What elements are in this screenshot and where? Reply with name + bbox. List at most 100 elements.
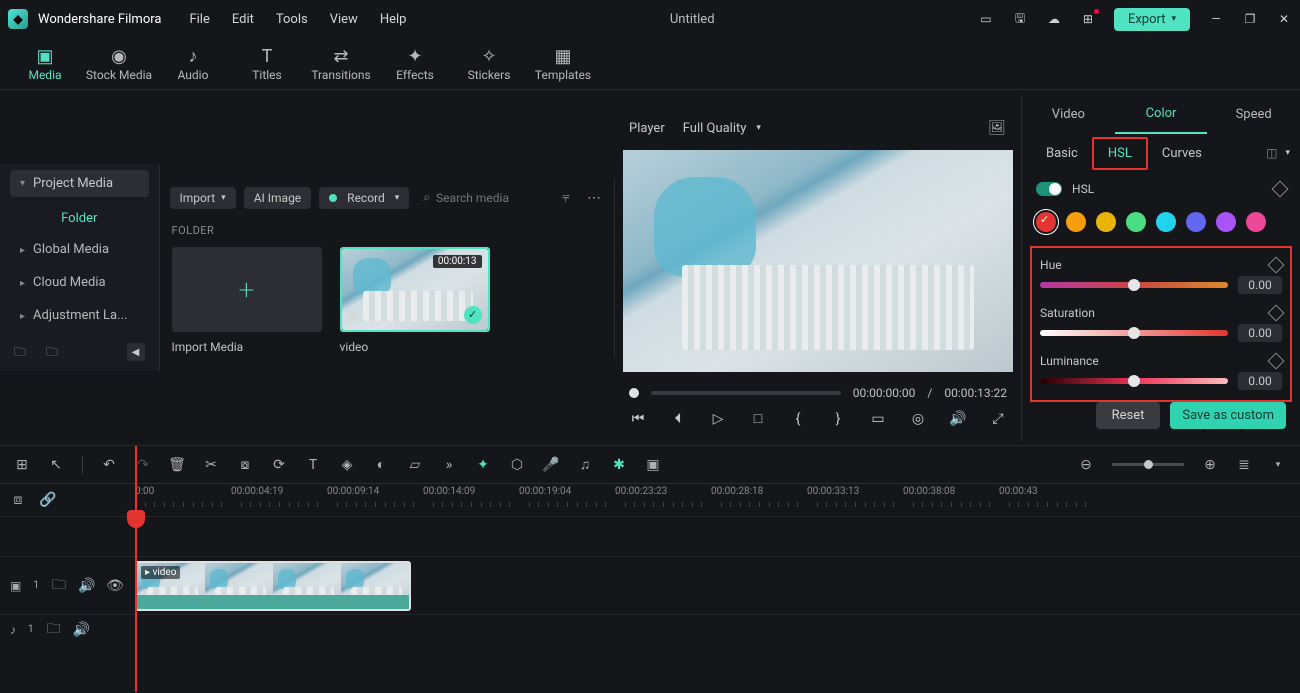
tl-grid-icon[interactable]: ⊞ [14,457,30,473]
hsl-toggle[interactable] [1036,182,1062,196]
import-media-card[interactable]: + [172,247,322,332]
track-mute-icon[interactable]: 🔊 [79,578,95,594]
swatch-magenta[interactable] [1246,212,1266,232]
new-bin-icon[interactable]: 🗀 [46,343,64,361]
cloud-icon[interactable]: ☁ [1046,12,1062,26]
timeline-clip[interactable]: video [135,561,411,611]
zoom-in-button[interactable]: ⊕ [1202,457,1218,473]
volume-icon[interactable]: 🔊 [949,411,967,427]
stop-button[interactable]: □ [749,410,767,427]
import-button[interactable]: Import▾ [170,187,236,209]
folder-link[interactable]: Folder [10,203,149,234]
track-height-icon[interactable]: ≣ [1236,457,1252,473]
subtab-hsl[interactable]: HSL [1092,137,1148,170]
luminance-value[interactable]: 0.00 [1238,372,1282,390]
tab-color[interactable]: Color [1115,95,1208,134]
tab-video[interactable]: Video [1022,96,1115,133]
record-button[interactable]: Record▾ [319,187,409,209]
keyframe-icon[interactable]: ◈ [339,457,355,473]
swatch-red[interactable] [1036,212,1056,232]
fullscreen-icon[interactable]: ⤢ [989,411,1007,427]
luminance-slider[interactable] [1040,378,1228,384]
track-lock-icon[interactable]: 🗀 [51,574,67,598]
link-icon[interactable]: 🔗 [40,492,56,508]
marker-icon[interactable]: ✱ [611,457,627,473]
menu-view[interactable]: View [330,12,358,27]
scrub-knob[interactable] [629,388,639,398]
track-options-icon[interactable]: ▾ [1270,460,1286,470]
reset-button[interactable]: Reset [1096,402,1161,429]
magnet-icon[interactable]: ⧈ [10,492,26,508]
close-button[interactable]: ✕ [1276,12,1292,26]
hue-keyframe-button[interactable] [1268,257,1285,274]
more-icon[interactable]: ⋯ [584,190,604,206]
minimize-button[interactable]: — [1208,12,1224,26]
hsl-keyframe-button[interactable] [1272,181,1289,198]
swatch-yellow[interactable] [1096,212,1116,232]
luminance-keyframe-button[interactable] [1268,353,1285,370]
new-folder-icon[interactable]: 🗀 [14,343,32,361]
media-clip-thumb[interactable]: 00:00:13 ▣ ✓ [340,247,490,332]
ai-image-button[interactable]: AI Image [244,187,311,209]
sidebar-item-cloud-media[interactable]: Cloud Media [10,267,149,298]
video-preview[interactable] [623,150,1013,372]
quality-select[interactable]: Full Quality▾ [683,121,761,136]
more-tl-icon[interactable]: » [441,457,457,473]
module-templates[interactable]: ▦Templates [526,46,600,82]
playhead[interactable] [135,446,137,692]
tl-cursor-icon[interactable]: ↖ [48,457,64,473]
filter-icon[interactable]: ⫧ [556,190,576,206]
mark-out-button[interactable]: } [829,411,847,427]
snapshot-icon[interactable]: 🖼 [987,120,1007,136]
menu-help[interactable]: Help [380,12,407,27]
saturation-value[interactable]: 0.00 [1238,324,1282,342]
audio-tl-icon[interactable]: ♫ [577,456,593,473]
save-custom-button[interactable]: Save as custom [1170,402,1286,429]
save-icon[interactable]: 🖫 [1012,9,1028,30]
zoom-out-button[interactable]: ⊖ [1078,457,1094,473]
hue-slider[interactable] [1040,282,1228,288]
swatch-orange[interactable] [1066,212,1086,232]
subtab-curves[interactable]: Curves [1148,139,1216,168]
swatch-cyan[interactable] [1156,212,1176,232]
zoom-slider[interactable] [1112,463,1184,466]
menu-tools[interactable]: Tools [276,12,308,27]
ai-icon[interactable]: ✦ [475,457,491,473]
mask-icon[interactable]: ▱ [407,457,423,473]
step-back-button[interactable]: ⏴ [669,411,687,427]
swatch-green[interactable] [1126,212,1146,232]
speed-icon[interactable]: ⟳ [271,457,287,473]
audio-lock-icon[interactable]: 🗀 [46,618,62,642]
camera-icon[interactable]: ◎ [909,411,927,427]
tab-speed[interactable]: Speed [1207,96,1300,133]
track-visibility-icon[interactable]: 👁 [107,578,123,594]
swatch-purple[interactable] [1216,212,1236,232]
color-icon[interactable]: ◐ [373,456,389,473]
prev-frame-button[interactable]: ⏮ [629,411,647,427]
menu-file[interactable]: File [189,12,209,27]
mic-icon[interactable]: 🎤 [543,457,559,473]
saturation-keyframe-button[interactable] [1268,305,1285,322]
swatch-blue[interactable] [1186,212,1206,232]
collapse-sidebar-button[interactable]: ◀ [127,343,145,361]
menu-edit[interactable]: Edit [232,12,254,27]
sidebar-item-adjustment-layer[interactable]: Adjustment La... [10,300,149,331]
module-stickers[interactable]: ✧Stickers [452,46,526,82]
module-stock-media[interactable]: ◉Stock Media [82,46,156,82]
render-icon[interactable]: ▣ [645,457,661,473]
module-effects[interactable]: ✦Effects [378,46,452,82]
maximize-button[interactable]: ❐ [1242,12,1258,26]
module-audio[interactable]: ♪Audio [156,46,230,82]
module-media[interactable]: ▣Media [8,46,82,82]
subtab-basic[interactable]: Basic [1032,139,1092,168]
time-ruler[interactable]: 0:0000:00:04:1900:00:09:1400:00:14:0900:… [135,484,1300,516]
search-input[interactable] [436,191,548,205]
sidebar-item-global-media[interactable]: Global Media [10,234,149,265]
mark-in-button[interactable]: { [789,411,807,427]
saturation-slider[interactable] [1040,330,1228,336]
split-button[interactable]: ✂ [203,457,219,473]
play-button[interactable]: ▷ [709,411,727,427]
display-icon[interactable]: ▭ [869,411,887,427]
hue-value[interactable]: 0.00 [1238,276,1282,294]
redo-button[interactable]: ↷ [135,457,151,473]
